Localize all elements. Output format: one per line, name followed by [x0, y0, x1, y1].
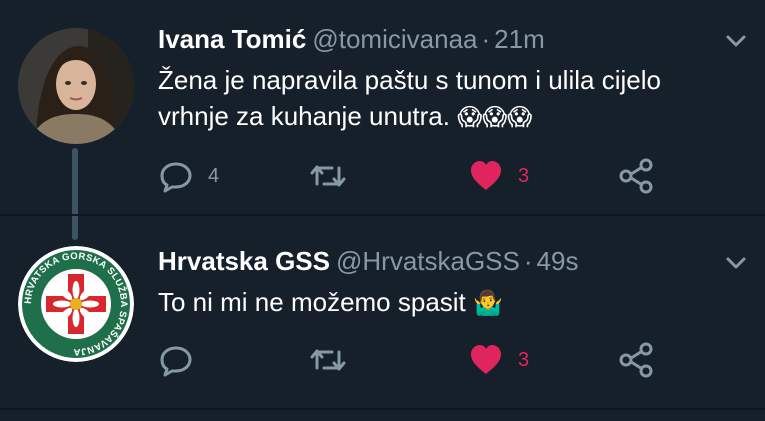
heart-icon [471, 161, 501, 190]
reply-button[interactable]: 4 [158, 158, 219, 194]
action-bar: 4 3 [158, 158, 678, 194]
like-count: 3 [518, 348, 530, 371]
retweet-icon [310, 165, 346, 187]
tweet-body: To ni mi ne možemo spasit [158, 287, 466, 317]
avatar[interactable] [18, 28, 134, 144]
timestamp[interactable]: 21m [494, 24, 545, 54]
retweet-icon [310, 349, 346, 371]
retweet-button[interactable] [308, 158, 348, 194]
handle[interactable]: @HrvatskaGSS [336, 246, 520, 276]
share-button[interactable] [618, 342, 654, 378]
tweet-header: Hrvatska GSS @HrvatskaGSS · 49s [158, 246, 578, 277]
like-button[interactable]: 3 [468, 158, 529, 194]
heart-icon [471, 345, 501, 374]
reply-count: 4 [208, 164, 220, 187]
reply-icon [160, 162, 192, 193]
handle[interactable]: @tomicivanaa [312, 24, 477, 54]
like-button[interactable]: 3 [468, 342, 529, 378]
chevron-down-icon[interactable] [725, 34, 747, 48]
action-bar: 3 [158, 342, 678, 378]
share-icon [619, 158, 653, 194]
tweet-text: To ni mi ne možemo spasit 🤷‍♂️ [158, 284, 718, 322]
separator-dot: · [481, 24, 491, 54]
timestamp[interactable]: 49s [537, 246, 579, 276]
divider [0, 214, 765, 216]
display-name[interactable]: Ivana Tomić [158, 24, 306, 54]
share-icon [619, 342, 653, 378]
tweet-header: Ivana Tomić @tomicivanaa · 21m [158, 24, 545, 55]
tweet[interactable]: Ivana Tomić @tomicivanaa · 21m Žena je napr… [0, 0, 765, 240]
chevron-down-icon[interactable] [725, 256, 747, 270]
emoji: 😱😱😱 [457, 104, 533, 131]
tweet-body: Žena je napravila paštu s tunom i ulila … [158, 65, 661, 131]
retweet-button[interactable] [308, 342, 348, 378]
reply-icon [160, 346, 192, 377]
divider [0, 408, 765, 410]
separator-dot: · [523, 246, 533, 276]
reply-button[interactable] [158, 342, 208, 378]
avatar[interactable]: HRVATSKA GORSKA SLUŽBA SPAŠAVANJA [18, 246, 134, 362]
person-photo-avatar-icon [18, 28, 134, 144]
tweet[interactable]: HRVATSKA GORSKA SLUŽBA SPAŠAVANJA Hrvats… [0, 222, 765, 407]
edelweiss-logo-icon: HRVATSKA GORSKA SLUŽBA SPAŠAVANJA [18, 246, 134, 362]
display-name[interactable]: Hrvatska GSS [158, 246, 330, 276]
tweet-text: Žena je napravila paštu s tunom i ulila … [158, 62, 718, 136]
share-button[interactable] [618, 158, 654, 194]
emoji: 🤷‍♂️ [473, 290, 503, 317]
like-count: 3 [518, 164, 530, 187]
